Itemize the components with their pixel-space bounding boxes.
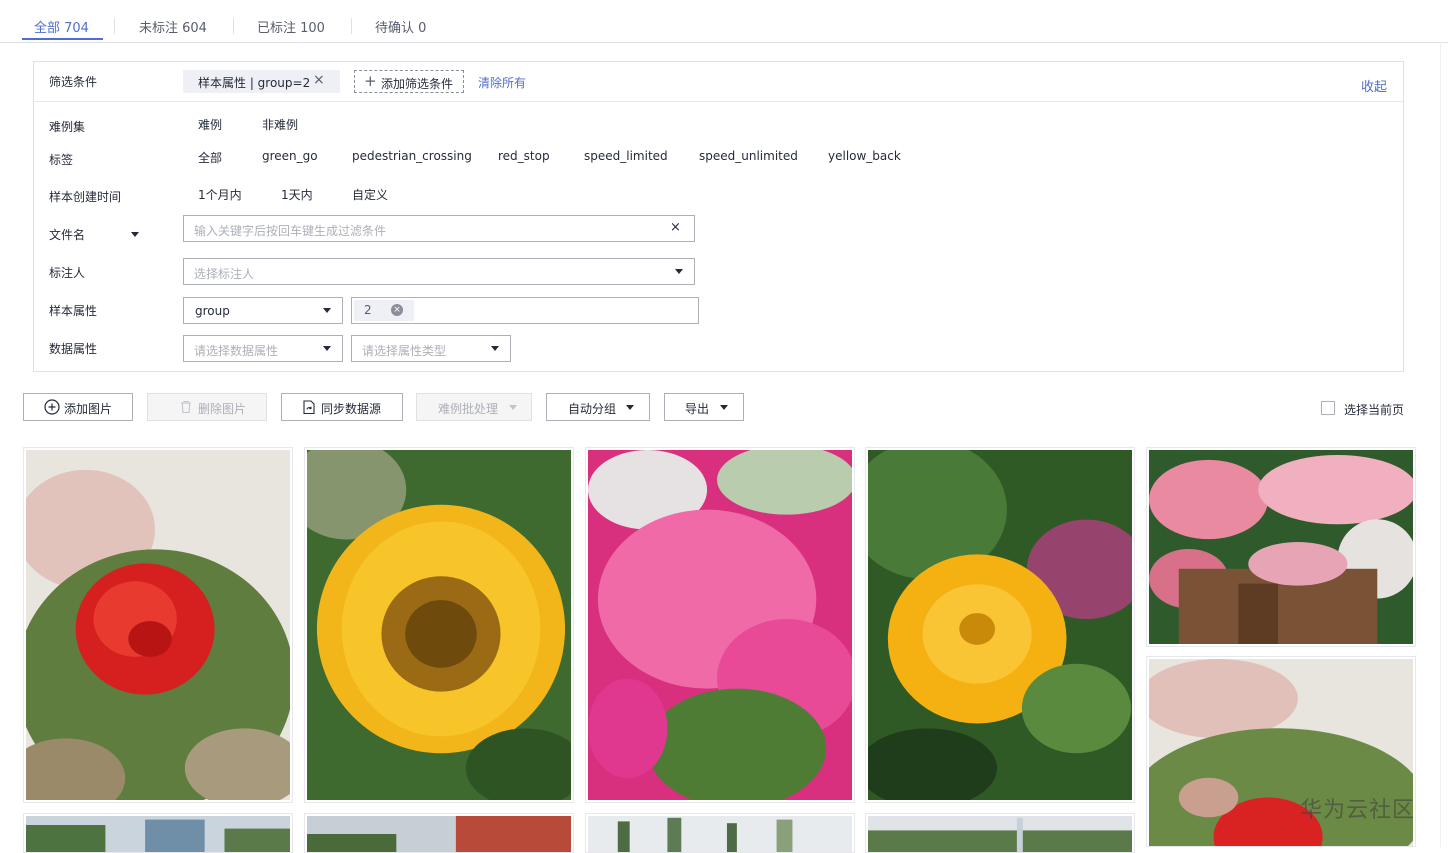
- chevron-down-icon: [626, 405, 634, 410]
- sync-source-button[interactable]: 同步数据源: [281, 393, 403, 421]
- filter-divider: [34, 101, 1403, 102]
- sample-attr-value-tag: 2 ×: [354, 300, 414, 321]
- close-icon[interactable]: ×: [313, 72, 325, 88]
- data-attr-placeholder: 请选择数据属性: [194, 344, 279, 358]
- chevron-down-icon: [323, 346, 331, 351]
- sample-attr-value-text: 2: [364, 303, 372, 317]
- hard-example-label: 难例集: [49, 120, 86, 134]
- watermark: 华为云社区: [1300, 798, 1416, 823]
- tag-option-all[interactable]: 全部: [198, 149, 222, 166]
- created-time-option-month[interactable]: 1个月内: [198, 186, 242, 203]
- tab-bar: 全部 704 未标注 604 已标注 100 待确认 0: [0, 0, 1448, 43]
- chevron-down-icon[interactable]: [131, 232, 139, 237]
- plus-circle-icon: [44, 399, 60, 415]
- tab-divider: [114, 18, 115, 34]
- collapse-link[interactable]: 收起: [1361, 76, 1387, 95]
- select-page-checkbox[interactable]: [1321, 401, 1335, 415]
- tab-pending[interactable]: 待确认 0: [375, 17, 426, 36]
- chevron-down-icon: [323, 308, 331, 313]
- image-card[interactable]: [304, 813, 574, 853]
- chevron-down-icon: [509, 405, 517, 410]
- add-image-button[interactable]: 添加图片: [23, 393, 133, 421]
- annotator-placeholder: 选择标注人: [194, 267, 255, 281]
- filename-input[interactable]: 输入关键字后按回车键生成过滤条件 ×: [183, 215, 695, 242]
- chevron-down-icon: [720, 405, 728, 410]
- sample-attr-key-select[interactable]: group: [183, 297, 343, 324]
- rose-image: [26, 450, 290, 800]
- select-page-label[interactable]: 选择当前页: [1344, 401, 1404, 418]
- filename-placeholder: 输入关键字后按回车键生成过滤条件: [194, 224, 387, 238]
- gallery-image: [588, 450, 852, 800]
- tag-option-yellow-back[interactable]: yellow_back: [828, 149, 901, 163]
- remove-tag-icon[interactable]: ×: [391, 304, 403, 316]
- attr-type-placeholder: 请选择属性类型: [362, 344, 447, 358]
- auto-group-button[interactable]: 自动分组: [546, 393, 650, 421]
- add-image-label: 添加图片: [64, 402, 113, 416]
- sample-attr-label: 样本属性: [49, 304, 98, 318]
- gallery-image: [307, 450, 571, 800]
- gallery-image: [868, 450, 1132, 800]
- tab-all[interactable]: 全部 704: [34, 17, 89, 36]
- image-card[interactable]: [23, 447, 293, 803]
- created-time-option-custom[interactable]: 自定义: [352, 186, 388, 203]
- hard-batch-button[interactable]: 难例批处理: [416, 393, 532, 421]
- image-card[interactable]: [23, 813, 293, 853]
- tag-option-green-go[interactable]: green_go: [262, 149, 318, 163]
- gallery-image: [26, 450, 290, 800]
- tag-option-pedestrian-crossing[interactable]: pedestrian_crossing: [352, 149, 472, 163]
- add-filter-button[interactable]: + 添加筛选条件: [354, 70, 464, 93]
- scrollbar[interactable]: [1440, 42, 1441, 847]
- hard-example-option[interactable]: 难例: [198, 116, 222, 133]
- image-card[interactable]: [865, 447, 1135, 803]
- sunflower-image: [307, 450, 571, 800]
- active-filter-chip-text: 样本属性 | group=2: [198, 76, 311, 90]
- add-filter-label: 添加筛选条件: [381, 77, 454, 91]
- image-card[interactable]: [585, 447, 855, 803]
- tab-unlabeled[interactable]: 未标注 604: [139, 17, 207, 36]
- image-card[interactable]: [585, 813, 855, 853]
- delete-image-label: 删除图片: [198, 402, 247, 416]
- auto-group-label: 自动分组: [568, 402, 617, 416]
- delete-image-button[interactable]: 删除图片: [147, 393, 267, 421]
- gallery-image: [1149, 450, 1413, 644]
- filter-conditions-label: 筛选条件: [49, 75, 98, 89]
- pink-flowers-image: [588, 450, 852, 800]
- tab-labeled[interactable]: 已标注 100: [257, 17, 325, 36]
- created-time-label: 样本创建时间: [49, 190, 122, 204]
- annotator-label: 标注人: [49, 266, 86, 280]
- active-tab-indicator: [22, 38, 103, 40]
- zinnia-image: [868, 450, 1132, 800]
- tag-option-speed-limited[interactable]: speed_limited: [584, 149, 668, 163]
- tag-option-red-stop[interactable]: red_stop: [498, 149, 550, 163]
- clear-all-link[interactable]: 清除所有: [478, 74, 526, 91]
- data-attr-select[interactable]: 请选择数据属性: [183, 335, 343, 362]
- sample-attr-key-value: group: [195, 304, 230, 318]
- close-icon[interactable]: ×: [670, 220, 681, 235]
- export-label: 导出: [685, 402, 710, 416]
- annotator-select[interactable]: 选择标注人: [183, 258, 695, 285]
- sync-source-label: 同步数据源: [321, 402, 382, 416]
- tag-option-speed-unlimited[interactable]: speed_unlimited: [699, 149, 798, 163]
- chevron-down-icon: [491, 346, 499, 351]
- tab-divider: [351, 18, 352, 34]
- attr-type-select[interactable]: 请选择属性类型: [351, 335, 511, 362]
- created-time-option-day[interactable]: 1天内: [281, 186, 313, 203]
- data-attr-label: 数据属性: [49, 342, 98, 356]
- filename-label[interactable]: 文件名: [49, 226, 85, 243]
- chevron-down-icon: [675, 269, 683, 274]
- sample-attr-value-input[interactable]: 2 ×: [351, 297, 699, 324]
- tags-label: 标签: [49, 153, 74, 167]
- hard-batch-label: 难例批处理: [438, 402, 499, 416]
- export-button[interactable]: 导出: [664, 393, 744, 421]
- image-card[interactable]: [304, 447, 574, 803]
- tab-divider: [233, 18, 234, 34]
- active-filter-chip: 样本属性 | group=2 ×: [183, 70, 340, 93]
- non-hard-example-option[interactable]: 非难例: [262, 116, 298, 133]
- plus-icon: +: [364, 72, 377, 90]
- trash-icon: [181, 400, 191, 414]
- image-card[interactable]: [865, 813, 1135, 853]
- image-card[interactable]: [1146, 447, 1416, 647]
- sync-document-icon: [303, 400, 315, 415]
- rose-garden-image: [1149, 450, 1413, 644]
